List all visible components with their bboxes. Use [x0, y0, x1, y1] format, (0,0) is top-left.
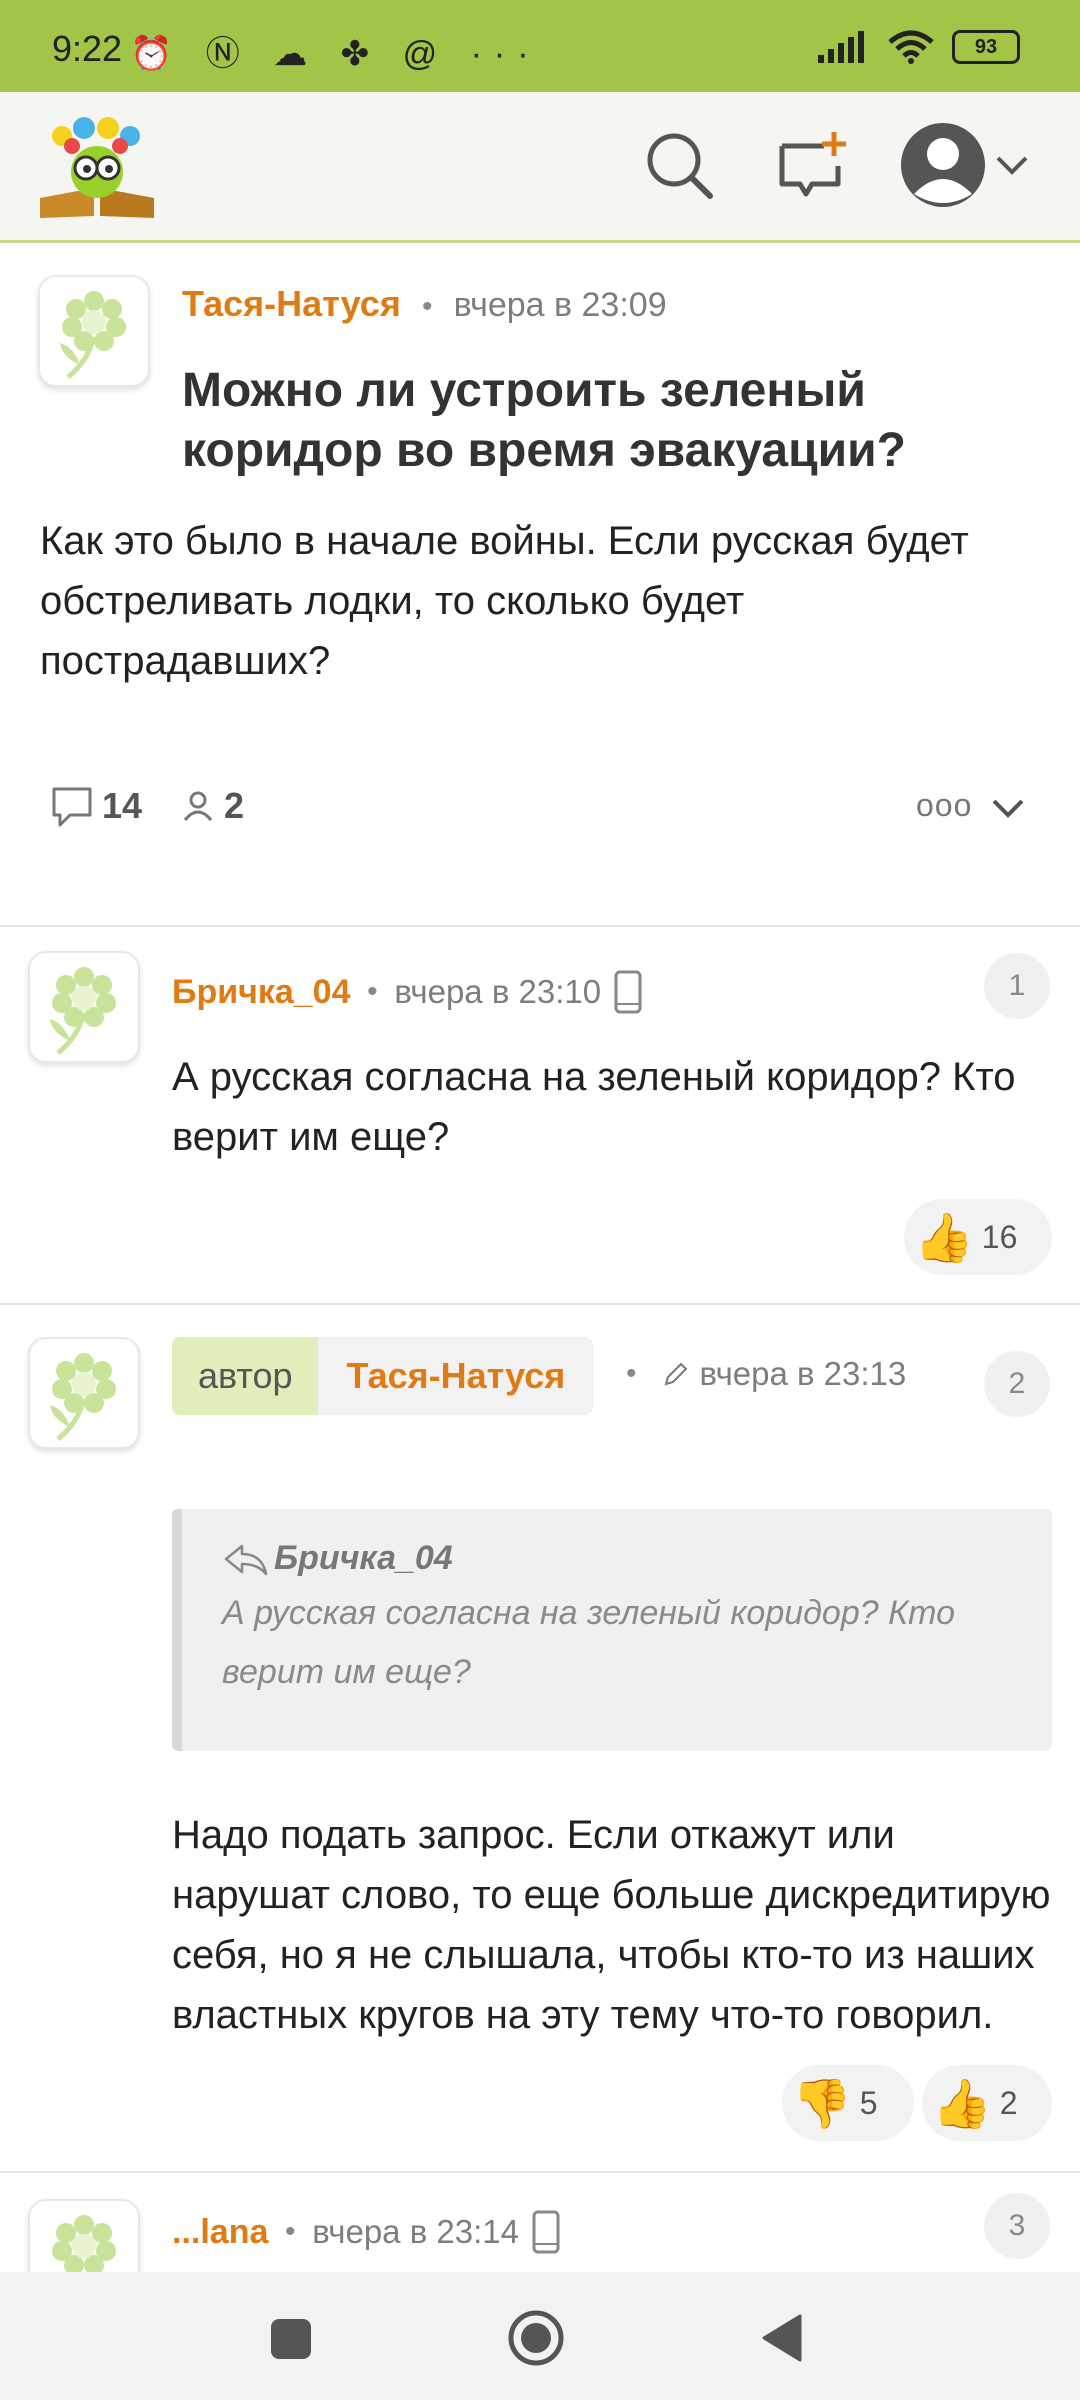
battery-indicator: 93 [952, 30, 1020, 64]
system-navigation-bar [0, 2272, 1080, 2400]
separator-dot: • [268, 2215, 313, 2248]
like-button[interactable]: 👍 2 [922, 2065, 1052, 2141]
quoted-reply[interactable]: Бричка_04 А русская согласна на зеленый … [172, 1509, 1052, 1751]
likes-count: 2 [999, 2084, 1018, 2121]
post-time: вчера в 23:09 [453, 286, 667, 324]
home-circle-icon[interactable] [506, 2308, 566, 2368]
comments-count[interactable]: 14 [102, 785, 142, 827]
thumbs-up-icon: 👍 [932, 2077, 992, 2131]
followers-count[interactable]: 2 [224, 785, 244, 827]
avatar[interactable] [28, 2199, 140, 2272]
followers-icon[interactable] [180, 788, 216, 824]
avatar[interactable] [38, 275, 150, 387]
notification-icons: ⏰ Ⓝ ☁ ✤ @ ··· [130, 35, 541, 73]
comments-icon[interactable] [48, 783, 96, 829]
thumbs-up-icon: 👍 [914, 1211, 974, 1265]
like-button[interactable]: 👍 16 [904, 1199, 1052, 1275]
post-stats: 14 2 [48, 783, 244, 829]
comment-number-badge: 2 [984, 1351, 1050, 1417]
back-triangle-icon[interactable] [758, 2312, 806, 2364]
comment-author-link[interactable]: ...lana [172, 2213, 268, 2252]
flower-icon [50, 967, 116, 1055]
separator-dot: • [626, 1357, 662, 1390]
post-body: Как это было в начале войны. Если русска… [40, 519, 969, 683]
post-author-link[interactable]: Тася-Натуся [182, 283, 401, 324]
quote-text: А русская согласна на зеленый коридор? К… [222, 1594, 955, 1691]
expand-chevron-icon[interactable] [990, 793, 1026, 823]
likes-count: 16 [981, 1218, 1018, 1255]
dislike-button[interactable]: 👎 5 [782, 2065, 914, 2141]
flower-icon [60, 291, 126, 379]
app-header [0, 92, 1080, 243]
comment-1: Бричка_04 • вчера в 23:10 1 А русская со… [0, 927, 1080, 1305]
comment-time: вчера в 23:14 [312, 2213, 519, 2250]
status-bar: 9:22 ⏰ Ⓝ ☁ ✤ @ ··· 93 [0, 0, 1080, 92]
quote-author: Бричка_04 [274, 1539, 453, 1577]
edited-pencil-icon [664, 1362, 687, 1386]
thumbs-down-icon: 👎 [792, 2077, 852, 2131]
dislikes-count: 5 [859, 2084, 878, 2121]
comment-number-badge: 3 [984, 2193, 1050, 2259]
comment-author-link[interactable]: Тася-Натуся [318, 1337, 594, 1415]
comment-time: вчера в 23:13 [699, 1355, 907, 1392]
wifi-icon [888, 30, 934, 64]
chevron-down-icon[interactable] [992, 146, 1032, 186]
comment-number-badge: 1 [984, 953, 1050, 1019]
mobile-device-icon [532, 2210, 560, 2254]
author-tag: автор Тася-Натуся [172, 1337, 594, 1415]
comment-3: ...lana • вчера в 23:14 3 [0, 2173, 1080, 2272]
comment-text: Надо подать запрос. Если откажут или нар… [172, 1813, 1051, 2037]
question-post: Тася-Натуся • вчера в 23:09 Можно ли уст… [0, 243, 1080, 927]
comment-2: автор Тася-Натуся • вчера в 23:13 2 Брич… [0, 1305, 1080, 2173]
signal-icon [818, 31, 864, 63]
comment-author-link[interactable]: Бричка_04 [172, 973, 351, 1012]
reply-arrow-icon [224, 1544, 268, 1575]
avatar[interactable] [28, 951, 140, 1063]
mobile-device-icon [614, 970, 642, 1014]
recents-square-icon[interactable] [268, 2316, 314, 2362]
comment-text: А русская согласна на зеленый коридор? К… [172, 1055, 1016, 1159]
new-question-icon[interactable] [772, 126, 852, 206]
comment-time: вчера в 23:10 [394, 973, 602, 1010]
search-icon[interactable] [640, 126, 720, 206]
separator-dot: • [350, 975, 395, 1008]
avatar[interactable] [28, 1337, 140, 1449]
flower-icon [52, 2215, 116, 2272]
site-logo[interactable] [32, 110, 162, 222]
author-badge: автор [172, 1337, 319, 1415]
user-avatar-icon[interactable] [898, 120, 988, 210]
more-options-button[interactable]: ooo [916, 787, 972, 824]
flower-icon [50, 1353, 116, 1441]
status-time: 9:22 [52, 28, 123, 69]
post-title: Можно ли устроить зеленый коридор во вре… [182, 364, 906, 477]
separator-dot: • [405, 290, 450, 323]
